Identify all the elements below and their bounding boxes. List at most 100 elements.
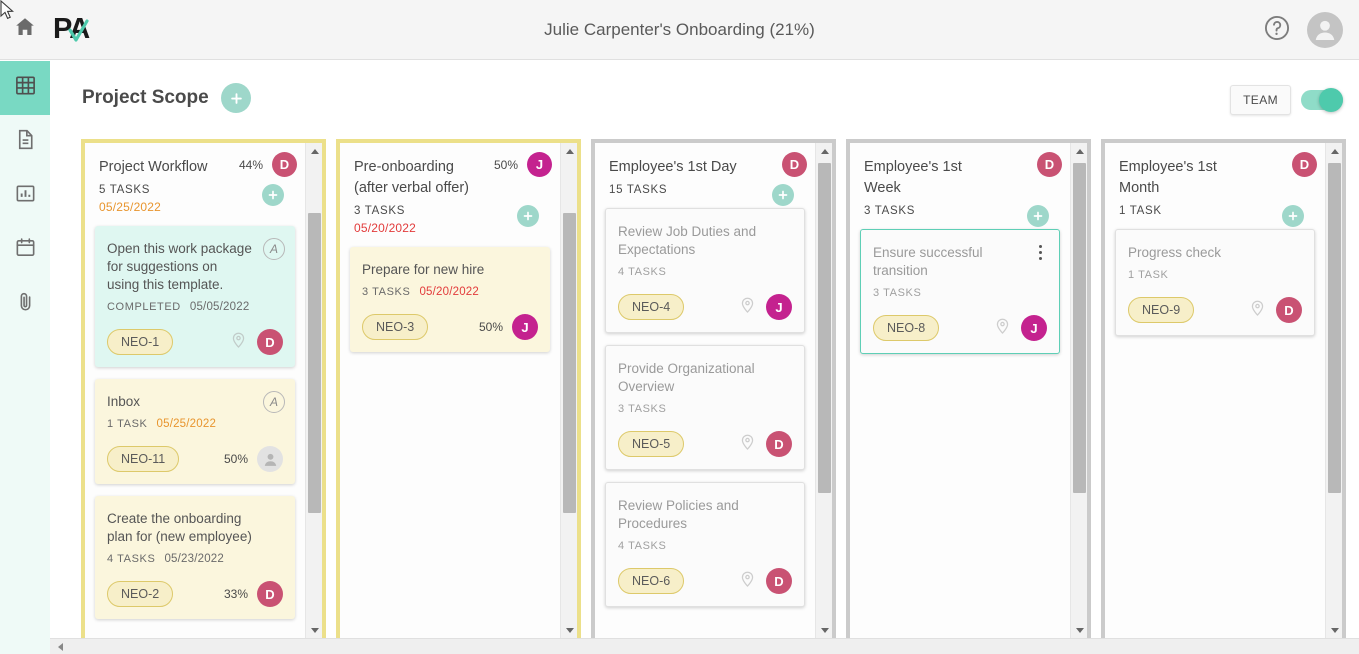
column-title: Employee's 1st Week bbox=[864, 159, 962, 196]
card-id-tag[interactable]: NEO-3 bbox=[362, 314, 429, 340]
sidebar-item-board[interactable] bbox=[0, 61, 50, 115]
location-pin-icon[interactable] bbox=[1248, 298, 1267, 322]
location-pin-icon[interactable] bbox=[738, 432, 757, 456]
card-id-tag[interactable]: NEO-9 bbox=[1128, 297, 1195, 323]
scroll-up-arrow[interactable] bbox=[1071, 143, 1087, 160]
card-task-count: COMPLETED bbox=[107, 301, 181, 313]
scroll-down-arrow[interactable] bbox=[1326, 622, 1342, 639]
document-icon bbox=[14, 128, 37, 156]
column-vertical-scrollbar[interactable] bbox=[560, 143, 577, 639]
column-card-list: Review Job Duties and Expectations 4 TASK… bbox=[595, 208, 815, 607]
team-button[interactable]: TEAM bbox=[1230, 85, 1291, 115]
card-footer-right: 50% bbox=[224, 446, 283, 472]
card-assignee-avatar[interactable]: J bbox=[766, 294, 792, 320]
scroll-thumb[interactable] bbox=[563, 213, 576, 513]
location-pin-icon[interactable] bbox=[738, 569, 757, 593]
card-id-tag[interactable]: NEO-6 bbox=[618, 568, 685, 594]
card-id-tag[interactable]: NEO-4 bbox=[618, 294, 685, 320]
scroll-down-arrow[interactable] bbox=[306, 622, 322, 639]
column-header: Project Workflow 44% D 5 TASKS 05/25/2022 bbox=[85, 143, 305, 214]
card-id-tag[interactable]: NEO-1 bbox=[107, 329, 174, 355]
card-id-tag[interactable]: NEO-11 bbox=[107, 446, 180, 472]
scroll-up-arrow[interactable] bbox=[816, 143, 832, 160]
column-title: Employee's 1st Day bbox=[609, 159, 737, 175]
card-neo-9[interactable]: Progress check 1 TASK NEO-9 D bbox=[1115, 229, 1315, 336]
card-neo-4[interactable]: Review Job Duties and Expectations 4 TASK… bbox=[605, 208, 805, 333]
card-neo-11[interactable]: Inbox 1 TASK 05/25/2022 A NEO-11 50% bbox=[95, 379, 295, 484]
column-content: Employee's 1st Month D 1 TASK Progress chec… bbox=[1105, 143, 1325, 639]
add-card-button[interactable] bbox=[772, 184, 794, 206]
column-meta: 3 TASKS bbox=[864, 205, 1056, 227]
column-vertical-scrollbar[interactable] bbox=[305, 143, 322, 639]
card-assignee-avatar[interactable]: D bbox=[766, 568, 792, 594]
left-nav-rail bbox=[0, 61, 50, 654]
card-neo-1[interactable]: Open this work package for suggestions o… bbox=[95, 226, 295, 367]
column-avatar[interactable]: J bbox=[527, 152, 552, 177]
add-card-button[interactable] bbox=[517, 205, 539, 227]
card-assignee-avatar[interactable]: D bbox=[257, 329, 283, 355]
scroll-thumb[interactable] bbox=[308, 213, 321, 513]
add-card-button[interactable] bbox=[1027, 205, 1049, 227]
column-meta: 1 TASK bbox=[1119, 205, 1311, 227]
scroll-up-arrow[interactable] bbox=[561, 143, 577, 160]
help-circle-icon[interactable] bbox=[1263, 14, 1291, 47]
card-neo-3[interactable]: Prepare for new hire 3 TASKS 05/20/2022 NEO… bbox=[350, 247, 550, 352]
brand-logo: PA bbox=[53, 10, 103, 50]
card-assignee-avatar[interactable]: J bbox=[1021, 315, 1047, 341]
scroll-down-arrow[interactable] bbox=[816, 622, 832, 639]
scroll-thumb[interactable] bbox=[1073, 163, 1086, 493]
column-vertical-scrollbar[interactable] bbox=[1325, 143, 1342, 639]
card-assignee-avatar[interactable]: D bbox=[766, 431, 792, 457]
location-pin-icon[interactable] bbox=[993, 316, 1012, 340]
card-assignee-avatar[interactable]: D bbox=[1276, 297, 1302, 323]
sidebar-item-documents[interactable] bbox=[0, 115, 50, 169]
user-avatar[interactable] bbox=[1307, 12, 1343, 48]
add-column-button[interactable] bbox=[221, 83, 251, 113]
scroll-up-arrow[interactable] bbox=[1326, 143, 1342, 160]
scroll-thumb[interactable] bbox=[1328, 163, 1341, 493]
card-due-date: 05/25/2022 bbox=[156, 418, 217, 430]
card-subtitle: 4 TASKS bbox=[618, 266, 792, 278]
card-assignee-avatar[interactable] bbox=[257, 446, 283, 472]
sidebar-item-reports[interactable] bbox=[0, 169, 50, 223]
column-content: Pre-onboarding (after verbal offer) 50% J 3… bbox=[340, 143, 560, 639]
card-more-menu-icon[interactable] bbox=[1033, 242, 1047, 262]
card-id-tag[interactable]: NEO-8 bbox=[873, 315, 940, 341]
team-toggle-switch[interactable] bbox=[1301, 88, 1343, 112]
card-footer-right: 50% J bbox=[479, 314, 538, 340]
horizontal-scrollbar[interactable] bbox=[50, 638, 1359, 654]
card-neo-2[interactable]: Create the onboarding plan for (new empl… bbox=[95, 496, 295, 619]
scroll-thumb[interactable] bbox=[818, 163, 831, 493]
column-avatar[interactable]: D bbox=[1292, 152, 1317, 177]
column-avatar[interactable]: D bbox=[782, 152, 807, 177]
card-id-tag[interactable]: NEO-2 bbox=[107, 581, 174, 607]
board-column-employees-1st-month: Employee's 1st Month D 1 TASK Progress chec… bbox=[1101, 139, 1346, 639]
card-subtitle: 3 TASKS 05/20/2022 bbox=[362, 286, 538, 298]
sidebar-item-calendar[interactable] bbox=[0, 223, 50, 277]
add-card-button[interactable] bbox=[262, 184, 284, 206]
location-pin-icon[interactable] bbox=[229, 330, 248, 354]
scroll-up-arrow[interactable] bbox=[306, 143, 322, 160]
add-card-button[interactable] bbox=[1282, 205, 1304, 227]
card-assignee-avatar[interactable]: J bbox=[512, 314, 538, 340]
home-button[interactable] bbox=[0, 0, 50, 60]
column-header: Employee's 1st Week D 3 TASKS bbox=[850, 143, 1070, 227]
card-task-count: 4 TASKS bbox=[618, 540, 667, 552]
sidebar-item-attachments[interactable] bbox=[0, 277, 50, 331]
scroll-left-arrow[interactable] bbox=[52, 639, 68, 654]
page-title: Project Scope bbox=[82, 87, 209, 108]
column-vertical-scrollbar[interactable] bbox=[815, 143, 832, 639]
column-avatar[interactable]: D bbox=[272, 152, 297, 177]
card-due-date: 05/05/2022 bbox=[189, 301, 250, 313]
toggle-knob bbox=[1319, 88, 1343, 112]
card-assignee-avatar[interactable]: D bbox=[257, 581, 283, 607]
card-neo-6[interactable]: Review Policies and Procedures 4 TASKS NEO… bbox=[605, 482, 805, 607]
card-neo-5[interactable]: Provide Organizational Overview 3 TASKS NE… bbox=[605, 345, 805, 470]
card-neo-8[interactable]: Ensure successful transition 3 TASKS NEO-8… bbox=[860, 229, 1060, 354]
column-avatar[interactable]: D bbox=[1037, 152, 1062, 177]
scroll-down-arrow[interactable] bbox=[1071, 622, 1087, 639]
location-pin-icon[interactable] bbox=[738, 295, 757, 319]
scroll-down-arrow[interactable] bbox=[561, 622, 577, 639]
column-vertical-scrollbar[interactable] bbox=[1070, 143, 1087, 639]
card-id-tag[interactable]: NEO-5 bbox=[618, 431, 685, 457]
